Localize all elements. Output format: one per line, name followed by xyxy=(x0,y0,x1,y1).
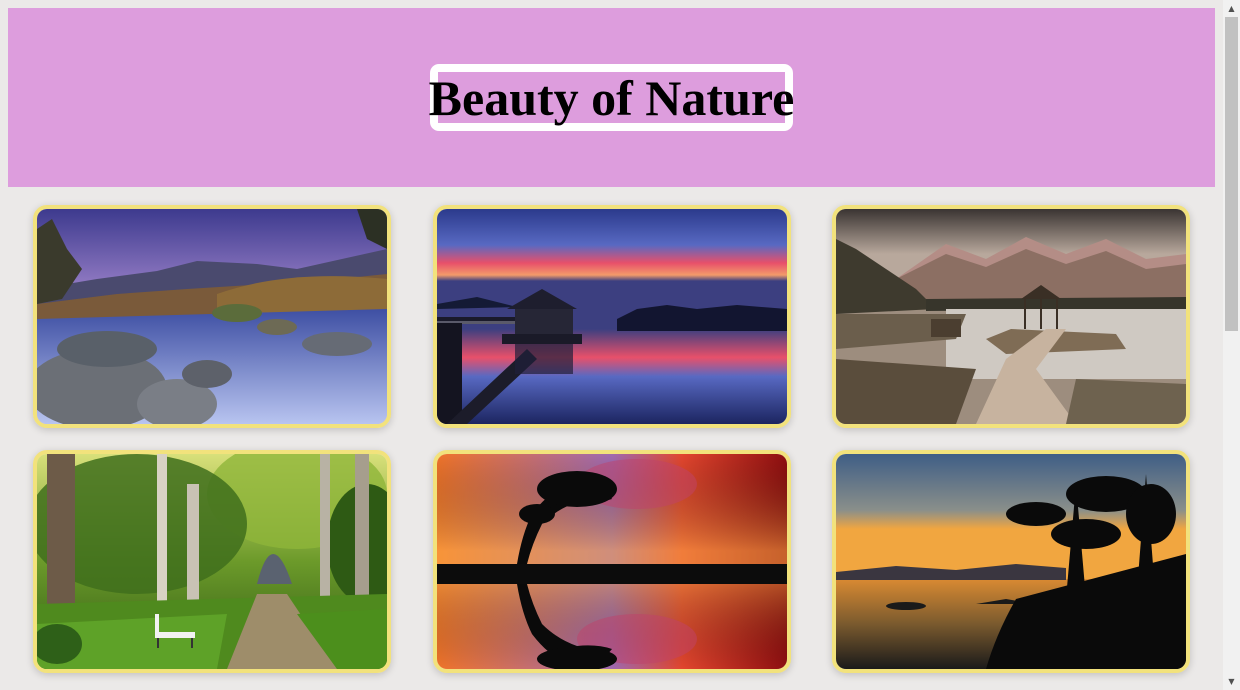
gallery-image-2[interactable] xyxy=(433,205,791,428)
tree-reflection-photo xyxy=(437,454,787,669)
scrollbar-thumb[interactable] xyxy=(1225,17,1238,331)
gallery-image-3[interactable] xyxy=(832,205,1190,428)
scroll-down-arrow-icon[interactable]: ▼ xyxy=(1223,673,1240,690)
gallery-image-5[interactable] xyxy=(433,450,791,673)
page-title: Beauty of Nature xyxy=(428,69,795,126)
vertical-scrollbar[interactable]: ▲ ▼ xyxy=(1223,0,1240,690)
gallery-image-6[interactable] xyxy=(832,450,1190,673)
gallery-image-4[interactable] xyxy=(33,450,391,673)
lake-sunset-photo xyxy=(836,454,1186,669)
park-path-photo xyxy=(37,454,387,669)
stream-photo xyxy=(37,209,387,424)
gallery-image-1[interactable] xyxy=(33,205,391,428)
pier-sunset-photo xyxy=(437,209,787,424)
mountain-lake-photo xyxy=(836,209,1186,424)
title-inner: Beauty of Nature xyxy=(429,72,794,123)
page: Beauty of Nature xyxy=(0,0,1223,690)
header-banner: Beauty of Nature xyxy=(8,8,1215,187)
title-box: Beauty of Nature xyxy=(429,64,794,131)
scroll-up-arrow-icon[interactable]: ▲ xyxy=(1223,0,1240,17)
